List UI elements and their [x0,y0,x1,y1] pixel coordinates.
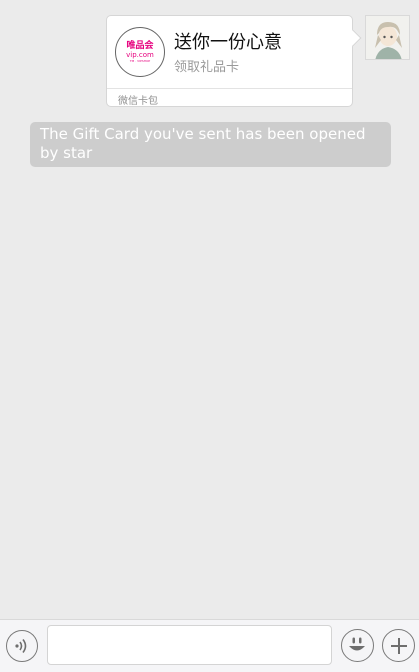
avatar-illustration [366,16,409,59]
plus-icon [390,637,407,654]
message-input[interactable] [47,625,332,665]
card-source-label: 微信卡包 [118,96,158,107]
voice-button[interactable] [6,630,38,662]
logo-brand-cn: 唯品会 [126,41,154,51]
chat-input-bar [0,619,419,672]
gift-card-title: 送你一份心意 [174,32,282,53]
gift-card-subtitle: 领取礼品卡 [174,60,240,75]
more-button[interactable] [382,629,415,662]
logo-tagline: TM · VIPSHOP [129,59,151,63]
vipshop-logo: 唯品会 vip.com TM · VIPSHOP [115,27,165,77]
emoji-button[interactable] [341,629,374,662]
user-avatar[interactable] [365,15,410,60]
bubble-tail [344,29,362,47]
voice-icon [15,639,27,653]
chat-area: 唯品会 vip.com TM · VIPSHOP 送你一份心意 领取礼品卡 微信… [0,0,419,620]
card-divider [107,88,352,89]
emoji-icon [349,637,365,651]
gift-card-message[interactable]: 唯品会 vip.com TM · VIPSHOP 送你一份心意 领取礼品卡 微信… [106,15,362,107]
system-notification: The Gift Card you've sent has been opene… [30,122,391,167]
logo-brand-url: vip.com [126,51,154,59]
